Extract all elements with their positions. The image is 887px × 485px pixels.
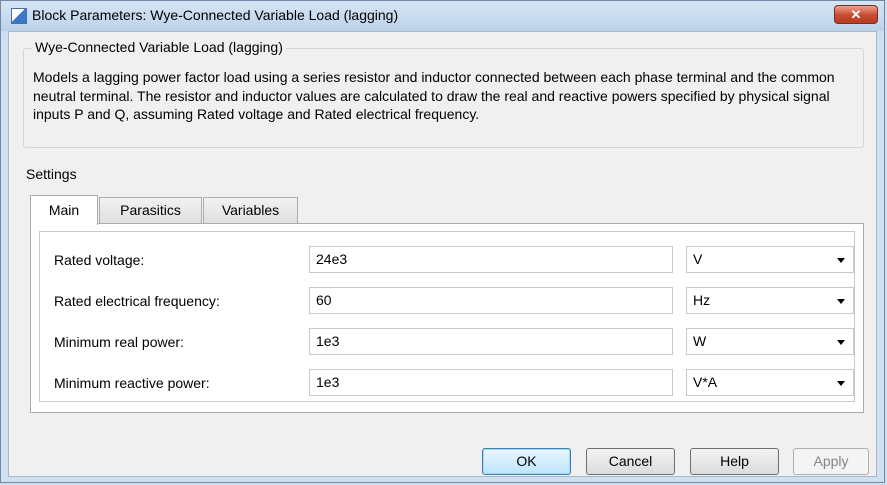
rated-voltage-unit: V <box>693 251 703 267</box>
rated-voltage-unit-select[interactable]: V <box>686 246 854 273</box>
rated-frequency-unit-select[interactable]: Hz <box>686 287 854 314</box>
parameter-list: Rated voltage: 24e3 V Rated electrical f… <box>39 231 855 402</box>
tab-main-label: Main <box>48 202 80 218</box>
window-title: Block Parameters: Wye-Connected Variable… <box>32 7 399 23</box>
close-icon: ✕ <box>850 7 862 22</box>
block-description-group: Wye-Connected Variable Load (lagging) Mo… <box>23 39 864 148</box>
chevron-down-icon <box>837 258 845 263</box>
block-parameters-icon <box>11 8 27 24</box>
chevron-down-icon <box>837 299 845 304</box>
dialog-body: Wye-Connected Variable Load (lagging) Mo… <box>8 31 877 477</box>
tab-parasitics[interactable]: Parasitics <box>99 197 202 223</box>
block-name: Wye-Connected Variable Load (lagging) <box>32 39 286 55</box>
settings-legend: Settings <box>23 166 80 182</box>
min-real-power-input[interactable]: 1e3 <box>309 328 673 355</box>
min-real-power-unit: W <box>693 333 707 349</box>
min-reactive-power-label: Minimum reactive power: <box>54 375 210 391</box>
min-reactive-power-unit-select[interactable]: V*A <box>686 369 854 396</box>
title-bar[interactable]: Block Parameters: Wye-Connected Variable… <box>1 1 884 31</box>
chevron-down-icon <box>837 340 845 345</box>
tab-main[interactable]: Main <box>30 195 98 225</box>
min-real-power-unit-select[interactable]: W <box>686 328 854 355</box>
block-description: Models a lagging power factor load using… <box>33 69 835 122</box>
min-reactive-power-unit: V*A <box>693 374 718 390</box>
rated-voltage-label: Rated voltage: <box>54 252 145 268</box>
min-reactive-power-input[interactable]: 1e3 <box>309 369 673 396</box>
rated-frequency-label: Rated electrical frequency: <box>54 293 220 309</box>
main-tab-panel: Rated voltage: 24e3 V Rated electrical f… <box>30 223 864 413</box>
min-real-power-label: Minimum real power: <box>54 334 184 350</box>
tab-variables[interactable]: Variables <box>203 197 298 223</box>
close-button[interactable]: ✕ <box>834 5 878 24</box>
rated-voltage-input[interactable]: 24e3 <box>309 246 673 273</box>
ok-button[interactable]: OK <box>482 448 571 475</box>
tab-variables-label: Variables <box>221 202 280 218</box>
cancel-button[interactable]: Cancel <box>586 448 675 475</box>
rated-frequency-input[interactable]: 60 <box>309 287 673 314</box>
dialog-window: Block Parameters: Wye-Connected Variable… <box>0 0 885 483</box>
apply-button[interactable]: Apply <box>793 448 869 475</box>
chevron-down-icon <box>837 381 845 386</box>
tab-parasitics-label: Parasitics <box>120 202 181 218</box>
help-button[interactable]: Help <box>690 448 779 475</box>
rated-frequency-unit: Hz <box>693 292 711 308</box>
